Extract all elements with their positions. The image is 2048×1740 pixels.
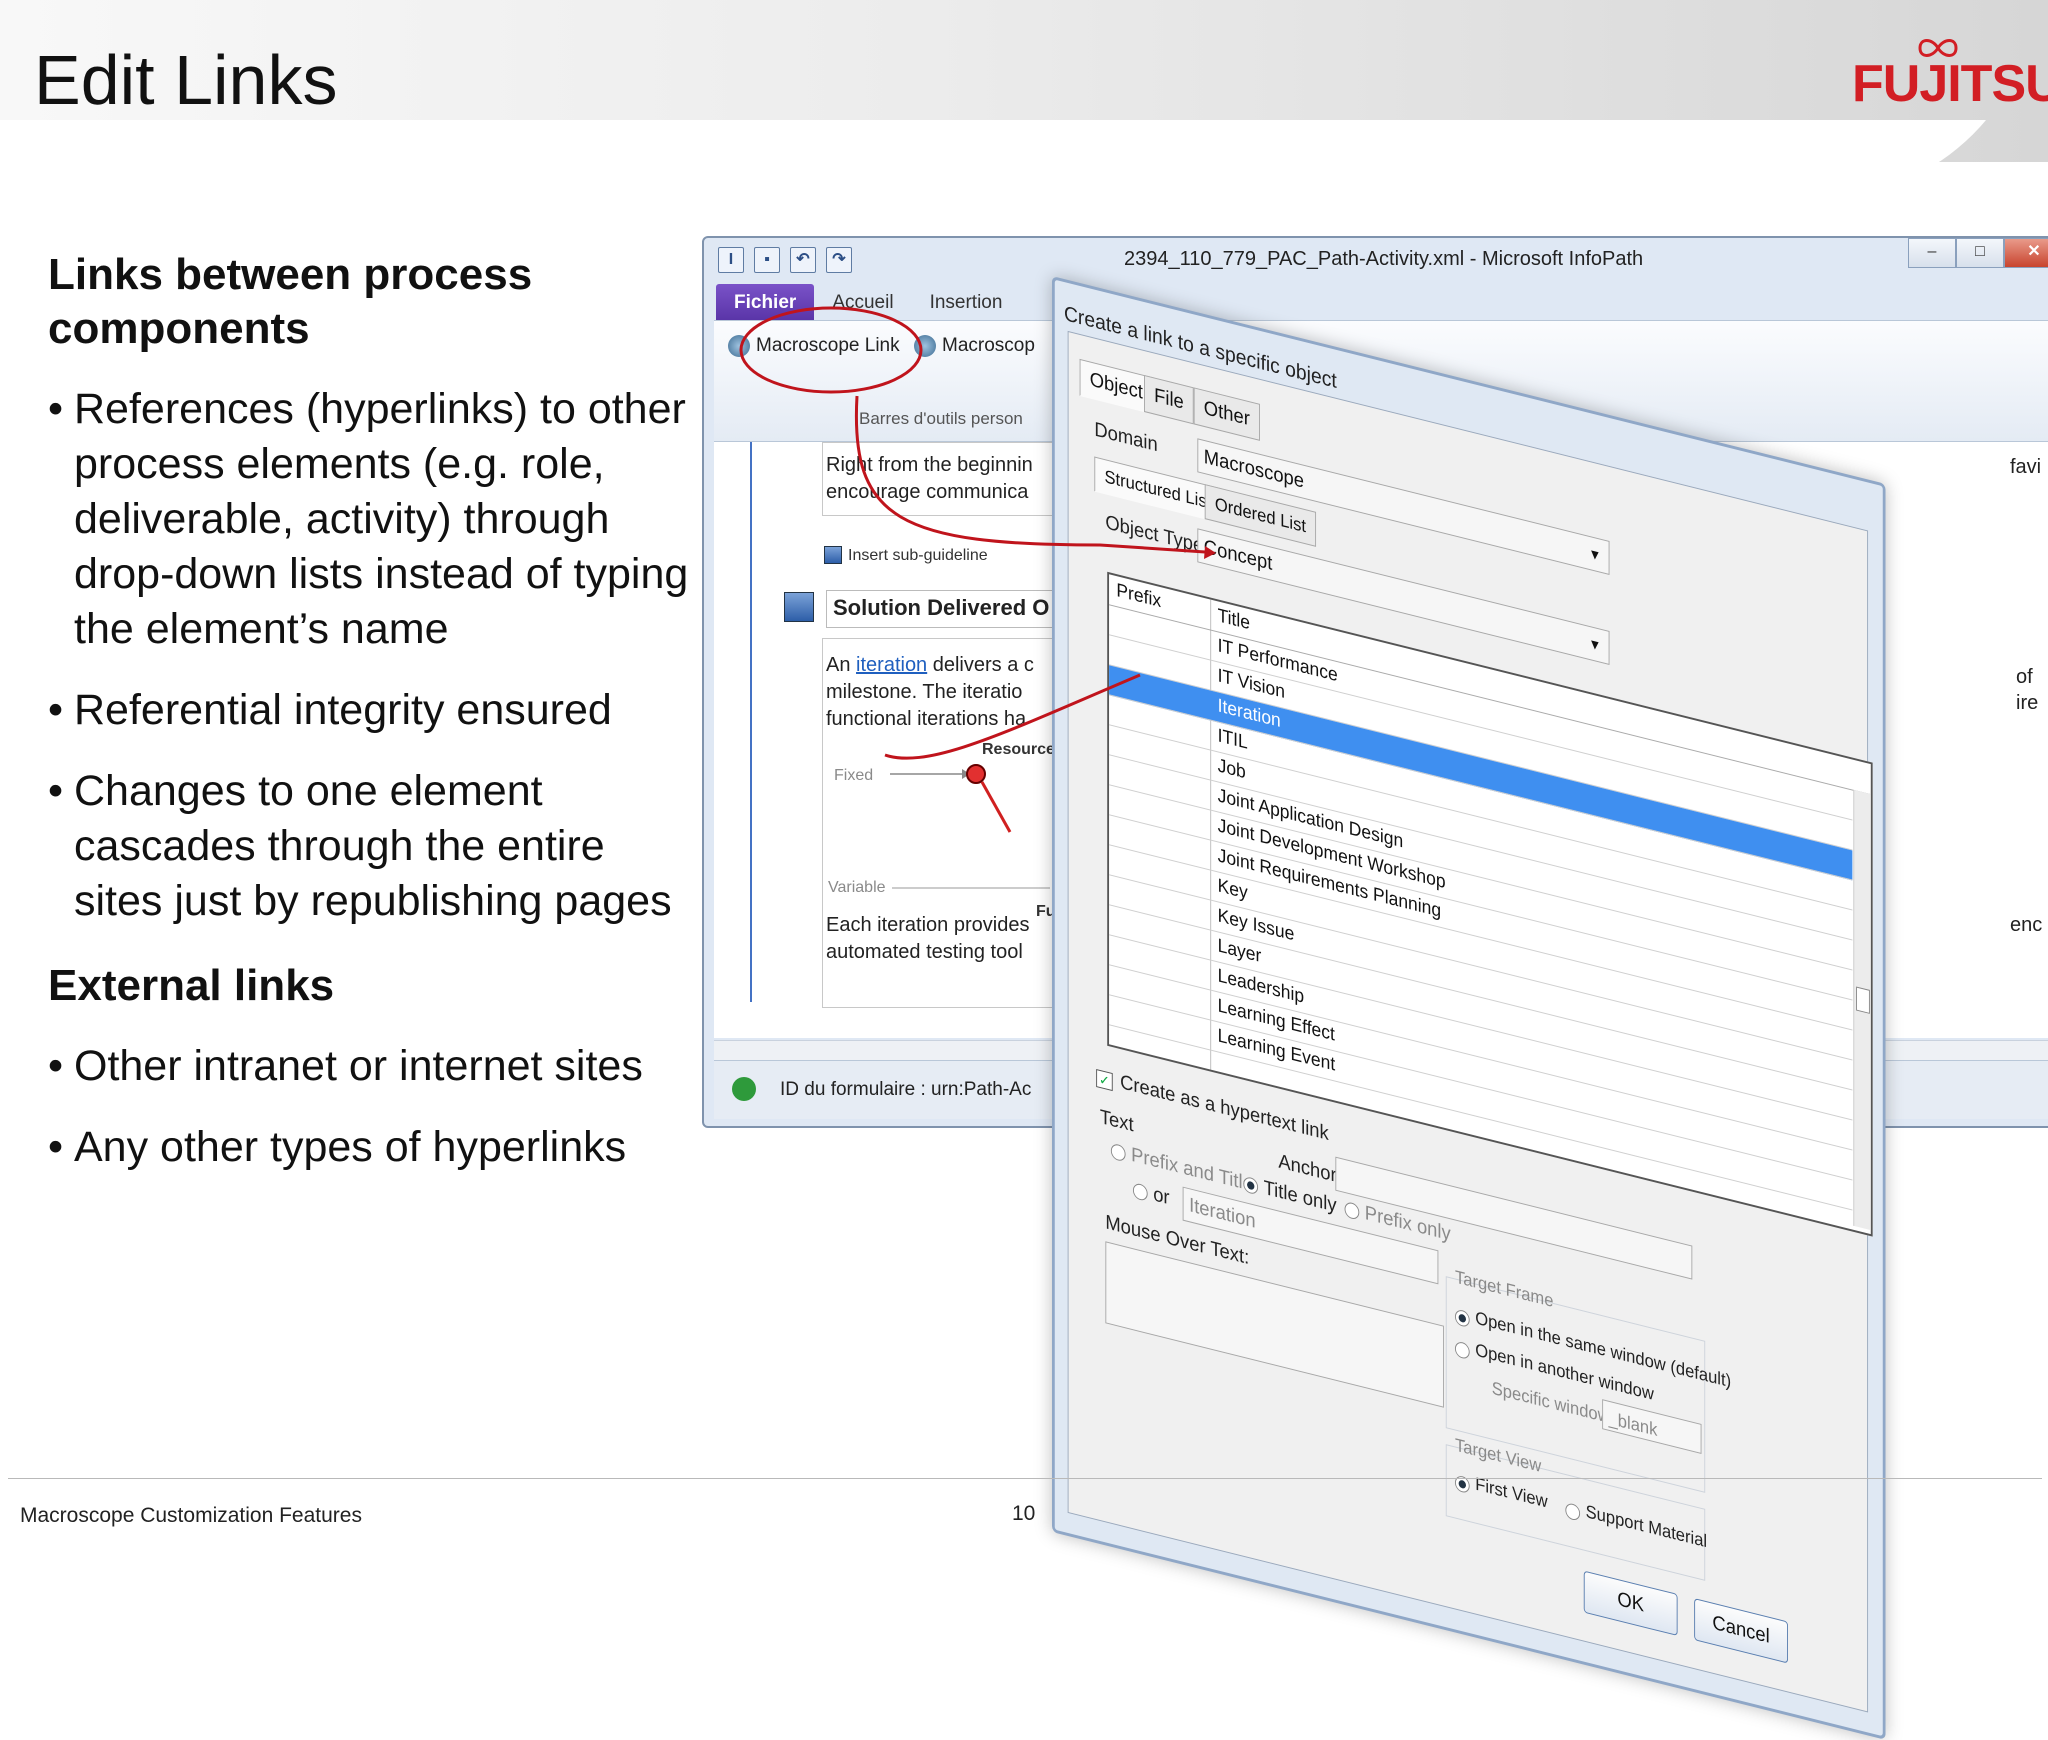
text-label: Text	[1099, 1105, 1134, 1137]
form-id: ID du formulaire : urn:Path-Ac	[780, 1079, 1032, 1100]
section-heading-external: External links	[48, 961, 335, 1010]
window-title: 2394_110_779_PAC_Path-Activity.xml - Mic…	[1124, 248, 1644, 270]
bullet-integrity: • Referential integrity ensured	[48, 686, 612, 734]
list-item-title: Job	[1217, 755, 1246, 784]
section-margin-line	[750, 442, 752, 1002]
quick-access-toolbar: I ▪ ↶ ↷	[718, 246, 852, 274]
close-button[interactable]: ✕	[2004, 238, 2048, 268]
bullet-references: • References (hyperlinks) to other proces…	[48, 385, 689, 653]
or-label: or	[1153, 1183, 1170, 1210]
iteration-link[interactable]: iteration	[856, 654, 927, 676]
scroll-thumb[interactable]	[1856, 986, 1870, 1014]
right-edge-a: favi	[2010, 456, 2042, 478]
page-number: 10	[1012, 1502, 1036, 1525]
section-toggle-icon[interactable]	[784, 592, 814, 622]
save-icon[interactable]: ▪	[754, 247, 780, 273]
list-item-title: ITIL	[1217, 725, 1248, 754]
doc-para2-a: Each iteration provides	[826, 914, 1030, 936]
list-item-title: Key	[1217, 875, 1248, 904]
right-edge-b: of	[2016, 666, 2033, 688]
right-edge-d: enc	[2010, 914, 2043, 936]
bullet-intranet: • Other intranet or internet sites	[48, 1042, 643, 1090]
tab-accueil[interactable]: Accueil	[814, 284, 911, 320]
radio-prefix-title[interactable]	[1110, 1142, 1126, 1163]
logo-wordmark: FUJITSU	[1852, 55, 2048, 113]
footer-title: Macroscope Customization Features	[20, 1504, 362, 1527]
check-icon	[732, 1077, 756, 1101]
doc-para-b: milestone. The iteratio	[826, 681, 1023, 703]
bullet-cascade: • Changes to one element cascades through…	[48, 767, 672, 925]
redo-icon[interactable]: ↷	[826, 247, 852, 273]
object-list[interactable]: Prefix Title IT Performance IT Vision Iter…	[1107, 571, 1873, 1237]
tab-insertion[interactable]: Insertion	[912, 284, 1021, 320]
macroscope-button[interactable]: Macroscop	[914, 335, 1035, 357]
doc-para-c: functional iterations ha	[826, 708, 1027, 730]
radio-prefix-only[interactable]	[1344, 1200, 1360, 1221]
object-type-label: Object Type	[1105, 511, 1204, 558]
insert-sub-guideline[interactable]: Insert sub-guideline	[848, 542, 988, 569]
minimize-button[interactable]: –	[1908, 238, 1956, 268]
hypertext-checkbox[interactable]: ✓	[1096, 1069, 1113, 1092]
col-title[interactable]: Title	[1218, 605, 1250, 635]
macroscope-link-button[interactable]: Macroscope Link	[728, 335, 900, 357]
list-scrollbar[interactable]	[1853, 789, 1871, 1231]
globe-icon	[728, 335, 750, 357]
section-heading-links: Links between process components	[48, 250, 533, 353]
tab-file[interactable]: File	[1144, 374, 1194, 425]
ribbon-group-label: Barres d'outils person	[859, 409, 1023, 428]
radio-or[interactable]	[1132, 1182, 1148, 1202]
bullet-other-hyperlinks: • Any other types of hyperlinks	[48, 1123, 627, 1171]
create-link-dialog: Create a link to a specific object Objec…	[1052, 276, 1886, 1740]
right-edge-c: ire	[2016, 692, 2039, 714]
globe-icon	[914, 335, 936, 357]
cancel-button[interactable]: Cancel	[1694, 1598, 1788, 1664]
doc-para-a: An iteration delivers a c	[826, 654, 1034, 676]
tab-object[interactable]: Object	[1079, 358, 1154, 415]
doc-para2-b: automated testing tool	[826, 941, 1023, 963]
fujitsu-logo: FUJITSU	[1852, 39, 2048, 120]
dialog-body: Object File Other Domain Macroscope ▼ Str…	[1067, 330, 1873, 1713]
ok-button[interactable]: OK	[1583, 1570, 1678, 1636]
slide-title: Edit Links	[34, 41, 338, 119]
tab-other[interactable]: Other	[1193, 387, 1260, 441]
diagram-lines	[890, 764, 1050, 889]
doc-text-1b: encourage communica	[826, 481, 1029, 503]
left-column: Links between process components • Refere…	[48, 248, 698, 1175]
window-controls: – □ ✕	[1908, 238, 2048, 268]
footer-divider	[8, 1478, 2042, 1479]
infopath-app-icon[interactable]: I	[718, 247, 744, 273]
diagram-fixed: Fixed	[834, 767, 874, 784]
maximize-button[interactable]: □	[1956, 238, 2004, 268]
undo-icon[interactable]: ↶	[790, 247, 816, 273]
domain-label: Domain	[1094, 418, 1158, 457]
insert-sub-icon[interactable]	[824, 546, 842, 564]
doc-text-1a: Right from the beginnin	[826, 454, 1033, 476]
tab-fichier[interactable]: Fichier	[716, 284, 815, 320]
